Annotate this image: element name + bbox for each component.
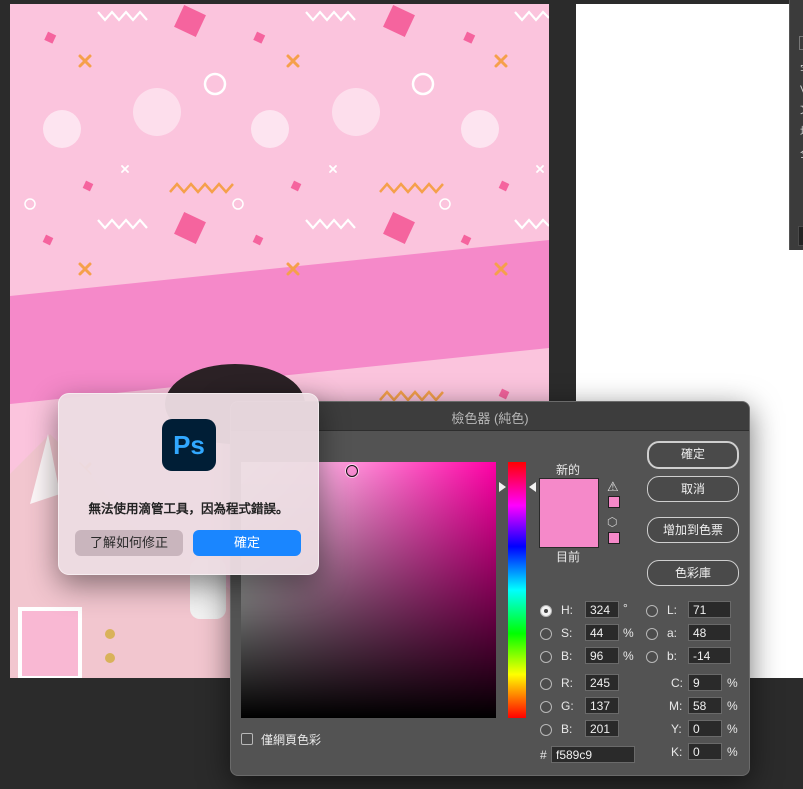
hex-label: #: [540, 748, 547, 762]
lab-b-radio[interactable]: [646, 651, 658, 663]
hue-slider-right-arrow[interactable]: [529, 482, 536, 492]
error-alert: Ps 無法使用滴管工具，因為程式錯誤。 了解如何修正 確定: [58, 393, 319, 575]
color-marker[interactable]: [346, 465, 358, 477]
out-of-gamut-warning-icon[interactable]: ⚠: [607, 479, 619, 495]
yellow-input[interactable]: 0: [688, 720, 722, 737]
magenta-label: M:: [669, 699, 683, 713]
hue-unit: °: [623, 601, 628, 615]
brightness-radio[interactable]: [540, 651, 552, 663]
brightness-input[interactable]: 96: [585, 647, 619, 664]
hue-slider-left-arrow[interactable]: [499, 482, 506, 492]
alert-message: 無法使用滴管工具，因為程式錯誤。: [88, 502, 289, 516]
cyan-label: C:: [671, 676, 683, 690]
blue-input[interactable]: 201: [585, 720, 619, 737]
current-color-label: 目前: [556, 550, 581, 564]
alert-ok-button[interactable]: 確定: [193, 530, 301, 556]
add-to-swatches-button[interactable]: 增加到色票: [647, 517, 739, 543]
cyan-input[interactable]: 9: [688, 674, 722, 691]
hue-radio[interactable]: [540, 605, 552, 617]
saturation-input[interactable]: 44: [585, 624, 619, 641]
magenta-input[interactable]: 58: [688, 697, 722, 714]
swatch-frame: [539, 478, 599, 548]
photoshop-app-icon: Ps: [162, 419, 216, 471]
green-input[interactable]: 137: [585, 697, 619, 714]
red-label: R:: [561, 676, 573, 690]
lab-l-label: L:: [667, 603, 678, 617]
hue-label: H:: [561, 603, 573, 617]
black-label: K:: [671, 745, 683, 759]
red-radio[interactable]: [540, 678, 552, 690]
black-input[interactable]: 0: [688, 743, 722, 760]
magenta-unit: %: [727, 699, 738, 713]
cyan-unit: %: [727, 676, 738, 690]
yellow-label: Y:: [671, 722, 682, 736]
lab-l-radio[interactable]: [646, 605, 658, 617]
web-safe-color-swatch[interactable]: [608, 532, 620, 544]
lab-a-label: a:: [667, 626, 678, 640]
brightness-label: B:: [561, 649, 573, 663]
blue-radio[interactable]: [540, 724, 552, 736]
lab-b-input[interactable]: -14: [688, 647, 731, 664]
black-unit: %: [727, 745, 738, 759]
yellow-unit: %: [727, 722, 738, 736]
brightness-unit: %: [623, 649, 634, 663]
green-label: G:: [561, 699, 574, 713]
gamut-color-swatch[interactable]: [608, 496, 620, 508]
web-safe-cube-icon[interactable]: ⬡: [607, 515, 617, 529]
saturation-radio[interactable]: [540, 628, 552, 640]
right-panel-edge: 字 V 文 均 仝: [789, 0, 803, 250]
learn-how-to-fix-button[interactable]: 了解如何修正: [75, 530, 183, 556]
panel-field-edge[interactable]: [799, 36, 803, 50]
saturation-unit: %: [623, 626, 634, 640]
web-colors-only-label: 僅網頁色彩: [261, 733, 322, 747]
ok-button[interactable]: 確定: [647, 441, 739, 469]
green-radio[interactable]: [540, 701, 552, 713]
lab-l-input[interactable]: 71: [688, 601, 731, 618]
new-color-label: 新的: [556, 463, 581, 477]
hue-slider[interactable]: [508, 462, 526, 718]
lab-a-radio[interactable]: [646, 628, 658, 640]
saturation-label: S:: [561, 626, 573, 640]
red-input[interactable]: 245: [585, 674, 619, 691]
hex-input[interactable]: f589c9: [551, 746, 635, 763]
color-libraries-button[interactable]: 色彩庫: [647, 560, 739, 586]
panel-scrollbar[interactable]: [798, 226, 803, 246]
blue-label: B:: [561, 722, 573, 736]
lab-a-input[interactable]: 48: [688, 624, 731, 641]
lab-b-label: b:: [667, 649, 678, 663]
hue-input[interactable]: 324: [585, 601, 619, 618]
web-colors-only-checkbox[interactable]: [241, 733, 253, 745]
cancel-button[interactable]: 取消: [647, 476, 739, 502]
